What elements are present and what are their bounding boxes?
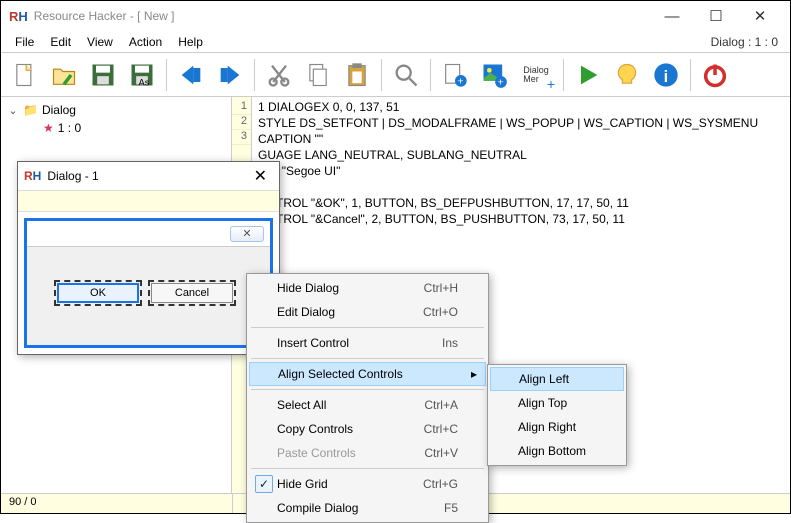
ctx-compile-dialog[interactable]: Compile DialogF5	[249, 496, 486, 520]
dialog-menu-button[interactable]: DialogMer+	[515, 57, 557, 93]
dialog-ok-button[interactable]: OK	[57, 283, 139, 303]
ctx-copy-controls[interactable]: Copy ControlsCtrl+C	[249, 417, 486, 441]
separator	[251, 327, 484, 328]
info-button[interactable]: i	[648, 57, 684, 93]
dialog-preview-close-icon[interactable]: ✕	[248, 166, 273, 186]
app-logo: RH	[9, 9, 28, 24]
svg-text:As: As	[139, 77, 150, 87]
cut-button[interactable]	[261, 57, 297, 93]
run-button[interactable]	[570, 57, 606, 93]
paste-button[interactable]	[339, 57, 375, 93]
tree-node-item[interactable]: ★ 1 : 0	[41, 119, 227, 137]
maximize-button[interactable]: ☐	[694, 2, 738, 30]
ctx-select-all[interactable]: Select AllCtrl+A	[249, 393, 486, 417]
sub-align-top[interactable]: Align Top	[490, 391, 624, 415]
check-icon: ✓	[255, 475, 273, 493]
tree-node-dialog[interactable]: ⌄ 📁 Dialog	[5, 101, 227, 119]
ctx-align-controls[interactable]: Align Selected Controls▸	[249, 362, 486, 386]
tree-child-label: 1 : 0	[58, 121, 81, 135]
menubar: File Edit View Action Help Dialog : 1 : …	[1, 31, 790, 53]
new-button[interactable]	[7, 57, 43, 93]
context-menu: Hide DialogCtrl+H Edit DialogCtrl+O Inse…	[246, 273, 489, 523]
svg-text:+: +	[498, 76, 504, 88]
find-button[interactable]	[388, 57, 424, 93]
menu-file[interactable]: File	[7, 33, 42, 51]
svg-text:i: i	[664, 68, 669, 86]
submenu-arrow-icon: ▸	[471, 367, 477, 381]
separator	[251, 358, 484, 359]
dialog-preview-window[interactable]: RH Dialog - 1 ✕ ✕ OK Cancel	[17, 161, 280, 355]
dialog-preview-titlebar[interactable]: RH Dialog - 1 ✕	[18, 162, 279, 190]
ctx-paste-controls: Paste ControlsCtrl+V	[249, 441, 486, 465]
dialog-inner-close-icon[interactable]: ✕	[230, 226, 264, 242]
tag-next-button[interactable]	[212, 57, 248, 93]
add-image-button[interactable]: +	[476, 57, 512, 93]
sub-align-bottom[interactable]: Align Bottom	[490, 439, 624, 463]
dialog-canvas[interactable]: ✕ OK Cancel	[24, 218, 273, 348]
cursor-position: 90 / 0	[9, 496, 37, 508]
dialog-inner-titlebar: ✕	[27, 221, 270, 247]
menu-action[interactable]: Action	[121, 33, 170, 51]
dialog-preview-title: Dialog - 1	[47, 169, 98, 183]
folder-icon: 📁	[23, 103, 38, 117]
open-button[interactable]	[46, 57, 82, 93]
ctx-edit-dialog[interactable]: Edit DialogCtrl+O	[249, 300, 486, 324]
save-button[interactable]	[85, 57, 121, 93]
toolbar: As + + DialogMer+ i	[1, 53, 790, 97]
menu-view[interactable]: View	[79, 33, 121, 51]
app-logo-small: RH	[24, 169, 41, 183]
ctx-hide-grid[interactable]: ✓Hide GridCtrl+G	[249, 472, 486, 496]
resource-path: Dialog : 1 : 0	[711, 35, 784, 49]
close-button[interactable]: ✕	[738, 2, 782, 30]
power-button[interactable]	[697, 57, 733, 93]
separator	[251, 468, 484, 469]
tag-prev-button[interactable]	[173, 57, 209, 93]
tree-expander-icon[interactable]: ⌄	[7, 104, 19, 117]
separator	[251, 389, 484, 390]
dialog-cancel-button[interactable]: Cancel	[151, 283, 233, 303]
align-submenu: Align Left Align Top Align Right Align B…	[487, 364, 627, 466]
saveas-button[interactable]: As	[124, 57, 160, 93]
minimize-button[interactable]: —	[650, 2, 694, 30]
dialog-preview-toolbar	[18, 190, 279, 212]
star-icon: ★	[43, 121, 54, 135]
svg-text:+: +	[457, 75, 463, 87]
tree-label: Dialog	[42, 103, 76, 117]
ctx-insert-control[interactable]: Insert ControlIns	[249, 331, 486, 355]
menu-help[interactable]: Help	[170, 33, 211, 51]
sub-align-right[interactable]: Align Right	[490, 415, 624, 439]
idea-button[interactable]	[609, 57, 645, 93]
menu-edit[interactable]: Edit	[42, 33, 79, 51]
ctx-hide-dialog[interactable]: Hide DialogCtrl+H	[249, 276, 486, 300]
titlebar: RH Resource Hacker - [ New ] — ☐ ✕	[1, 1, 790, 31]
add-resource-button[interactable]: +	[437, 57, 473, 93]
window-title: Resource Hacker - [ New ]	[34, 9, 175, 23]
sub-align-left[interactable]: Align Left	[490, 367, 624, 391]
copy-button[interactable]	[300, 57, 336, 93]
